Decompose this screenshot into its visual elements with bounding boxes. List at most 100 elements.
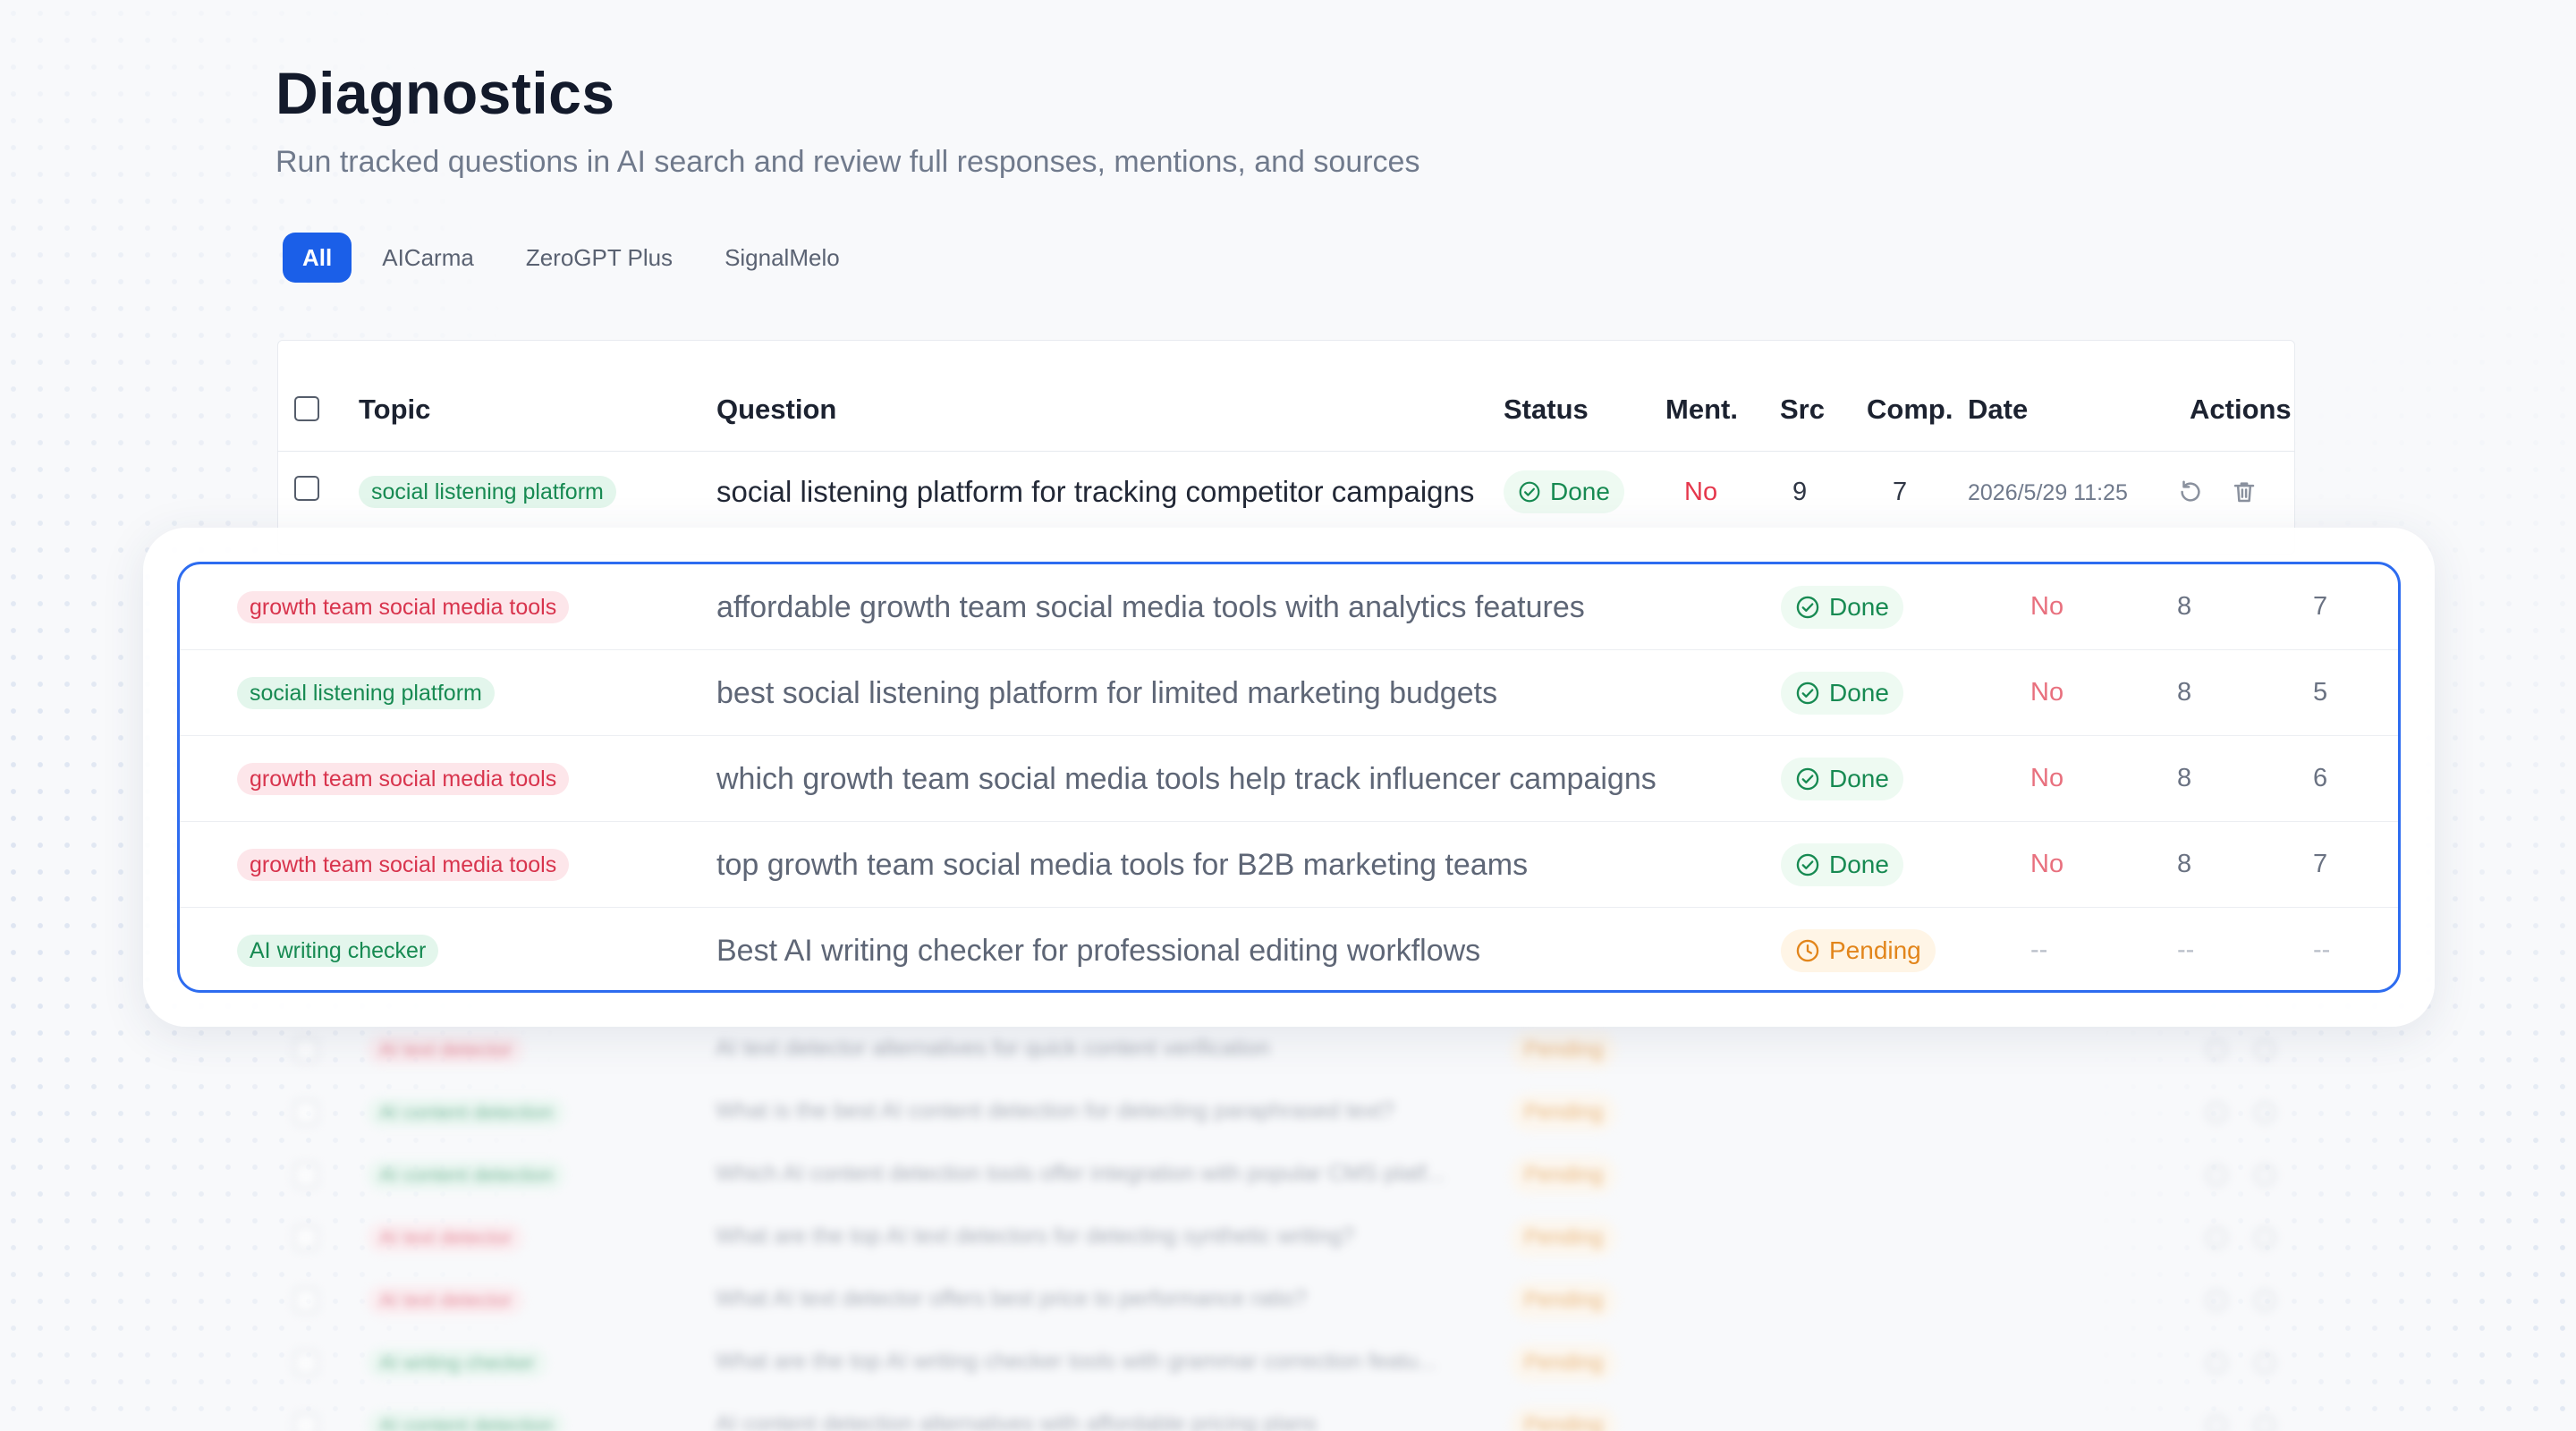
question-text: AI content detection alternatives with a…	[716, 1411, 1318, 1431]
status-label: Done	[1550, 478, 1610, 505]
question-text: What AI text detector offers best price …	[716, 1286, 1307, 1311]
refresh-icon	[2177, 478, 2204, 510]
questions-table	[277, 340, 2295, 555]
table-row[interactable]: social listening platform best social li…	[180, 650, 2398, 736]
check-circle-icon	[1795, 595, 1820, 620]
row-checkbox	[293, 1288, 318, 1313]
blurred-rows: AI text detector AI text detector altern…	[277, 1020, 2295, 1431]
table-row[interactable]: growth team social media tools which gro…	[180, 736, 2398, 822]
table-row[interactable]: AI writing checker Best AI writing check…	[180, 908, 2398, 990]
topic-tag: AI text detector	[367, 1285, 524, 1316]
status-badge: Pending	[1510, 1281, 1618, 1320]
header-date[interactable]: Date	[1968, 394, 2028, 426]
status-badge: Done	[1781, 672, 1903, 715]
competitors-value: 6	[2313, 764, 2328, 792]
topic-tag: growth team social media tools	[237, 849, 570, 881]
row-actions	[2206, 1415, 2302, 1431]
status-badge: Pending	[1510, 1093, 1618, 1132]
rerun-button[interactable]	[2177, 478, 2204, 510]
table-row: AI writing checker What are the top AI w…	[277, 1333, 2295, 1395]
question-text[interactable]: which growth team social media tools hel…	[716, 762, 1657, 797]
row-checkbox	[293, 1163, 318, 1188]
status-badge: Pending	[1510, 1406, 1618, 1431]
question-text: What are the top AI writing checker tool…	[716, 1349, 1436, 1374]
topic-tag: AI writing checker	[367, 1348, 547, 1378]
row-checkbox	[293, 1037, 318, 1063]
check-circle-icon	[1795, 766, 1820, 792]
topic-tag: growth team social media tools	[237, 763, 570, 795]
question-text[interactable]: Best AI writing checker for professional…	[716, 934, 1480, 969]
table-row[interactable]: growth team social media tools top growt…	[180, 822, 2398, 908]
mentioned-value: No	[1684, 478, 1718, 506]
table-row: AI text detector What AI text detector o…	[277, 1270, 2295, 1333]
page-subtitle: Run tracked questions in AI search and r…	[275, 145, 1420, 179]
mentioned-value: No	[2030, 850, 2064, 878]
row-checkbox	[293, 1225, 318, 1250]
select-all-checkbox[interactable]	[294, 396, 319, 421]
sources-value: 9	[1792, 478, 1808, 506]
table-row[interactable]: growth team social media tools affordabl…	[180, 564, 2398, 650]
date-value: 2026/5/29 11:25	[1968, 480, 2128, 505]
header-sources[interactable]: Src	[1780, 394, 1825, 426]
header-topic[interactable]: Topic	[359, 394, 430, 426]
status-label: Pending	[1524, 1288, 1604, 1312]
row-checkbox[interactable]	[294, 476, 319, 501]
row-actions	[2206, 1352, 2302, 1374]
status-label: Pending	[1524, 1351, 1604, 1375]
topic-tag: AI content detection	[367, 1160, 566, 1190]
question-text[interactable]: best social listening platform for limit…	[716, 676, 1497, 711]
topic-tag: AI content detection	[367, 1097, 566, 1128]
row-actions	[2206, 1102, 2302, 1123]
tab-aicarma[interactable]: AICarma	[360, 233, 496, 283]
status-badge: Pending	[1510, 1030, 1618, 1070]
clock-icon	[1795, 938, 1820, 963]
header-competitors[interactable]: Comp.	[1867, 394, 1953, 426]
check-circle-icon	[1518, 480, 1541, 504]
status-badge: Pending	[1510, 1343, 1618, 1383]
question-text: What is the best AI content detection fo…	[716, 1098, 1394, 1123]
delete-button[interactable]	[2231, 478, 2258, 510]
status-label: Done	[1829, 593, 1889, 621]
status-label: Pending	[1524, 1037, 1604, 1062]
sources-value: 8	[2177, 678, 2192, 707]
tab-all[interactable]: All	[283, 233, 352, 283]
header-actions: Actions	[2190, 394, 2292, 425]
tab-signalmelo[interactable]: SignalMelo	[703, 233, 861, 283]
topic-tag: AI text detector	[367, 1035, 524, 1065]
header-question[interactable]: Question	[716, 394, 836, 426]
tab-zerogpt-plus[interactable]: ZeroGPT Plus	[504, 233, 694, 283]
sources-value: 8	[2177, 850, 2192, 878]
topic-tag: social listening platform	[237, 677, 495, 709]
header-status[interactable]: Status	[1504, 394, 1589, 426]
competitors-value: 7	[2313, 850, 2328, 878]
question-text: AI text detector alternatives for quick …	[716, 1036, 1270, 1061]
question-text[interactable]: top growth team social media tools for B…	[716, 848, 1528, 883]
competitors-value: 7	[2313, 592, 2328, 621]
status-badge: Done	[1781, 758, 1903, 800]
status-badge: Done	[1781, 586, 1903, 629]
status-badge: Pending	[1510, 1218, 1618, 1257]
question-text[interactable]: affordable growth team social media tool…	[716, 590, 1585, 625]
check-circle-icon	[1795, 852, 1820, 877]
trash-icon	[2231, 478, 2258, 510]
check-circle-icon	[1795, 681, 1820, 706]
competitors-value: 7	[1893, 478, 1908, 506]
status-label: Pending	[1524, 1100, 1604, 1124]
question-text[interactable]: social listening platform for tracking c…	[716, 475, 1474, 509]
header-divider	[277, 451, 2295, 452]
topic-tag: growth team social media tools	[237, 591, 570, 623]
table-row: AI content detection AI content detectio…	[277, 1395, 2295, 1431]
status-label: Pending	[1524, 1225, 1604, 1249]
mentioned-value: No	[2030, 592, 2064, 621]
sources-value: 8	[2177, 592, 2192, 621]
status-badge: Done	[1504, 470, 1624, 513]
mentioned-value: No	[2030, 678, 2064, 707]
mentioned-value: --	[2030, 936, 2048, 964]
highlighted-rows-panel: growth team social media tools affordabl…	[177, 562, 2401, 993]
sources-value: --	[2177, 936, 2195, 964]
row-actions	[2206, 1290, 2302, 1311]
topic-tag: AI content detection	[367, 1410, 566, 1431]
status-label: Done	[1829, 679, 1889, 707]
topic-tag: AI text detector	[367, 1223, 524, 1253]
header-mentions[interactable]: Ment.	[1665, 394, 1738, 426]
